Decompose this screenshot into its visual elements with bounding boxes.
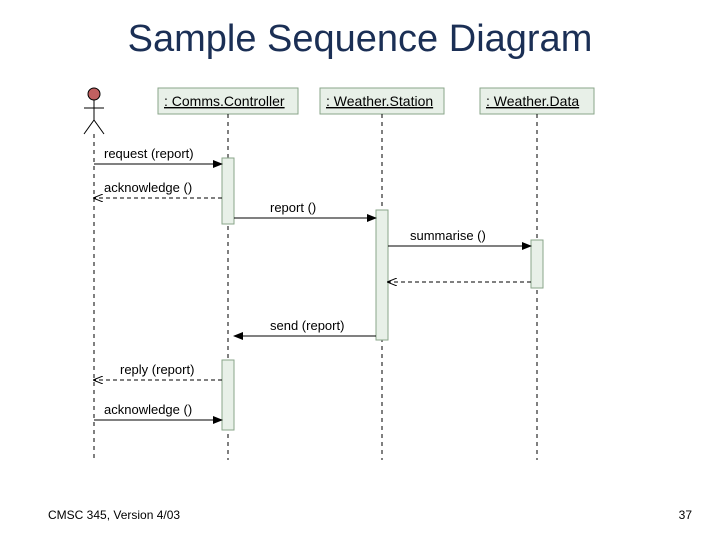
svg-text:: Weather.Data: : Weather.Data — [486, 93, 579, 109]
page-title: Sample Sequence Diagram — [0, 18, 720, 61]
participant-weather-station: : Weather.Station — [320, 88, 444, 114]
svg-text:acknowledge (): acknowledge () — [104, 180, 192, 195]
footer-left: CMSC 345, Version 4/03 — [48, 508, 180, 522]
svg-text:acknowledge (): acknowledge () — [104, 402, 192, 417]
svg-text:request (report): request (report) — [104, 146, 194, 161]
activation-comms-2 — [222, 360, 234, 430]
msg-request: request (report) — [94, 146, 222, 164]
participant-weather-data: : Weather.Data — [480, 88, 594, 114]
page-number: 37 — [679, 508, 692, 522]
actor-icon — [84, 88, 104, 134]
svg-text:report (): report () — [270, 200, 316, 215]
msg-report: report () — [234, 200, 376, 218]
svg-text:: Comms.Controller: : Comms.Controller — [164, 93, 285, 109]
activation-station — [376, 210, 388, 340]
participant-comms-controller: : Comms.Controller — [158, 88, 298, 114]
svg-text:reply (report): reply (report) — [120, 362, 194, 377]
msg-reply: reply (report) — [94, 362, 222, 380]
msg-acknowledge-2: acknowledge () — [94, 402, 222, 420]
activation-comms-1 — [222, 158, 234, 224]
msg-acknowledge-1: acknowledge () — [94, 180, 222, 198]
svg-text:: Weather.Station: : Weather.Station — [326, 93, 433, 109]
msg-summarise: summarise () — [388, 228, 531, 246]
activation-data — [531, 240, 543, 288]
msg-send: send (report) — [234, 318, 376, 336]
sequence-diagram: : Comms.Controller : Weather.Station : W… — [40, 80, 680, 480]
svg-text:summarise (): summarise () — [410, 228, 486, 243]
svg-text:send (report): send (report) — [270, 318, 344, 333]
